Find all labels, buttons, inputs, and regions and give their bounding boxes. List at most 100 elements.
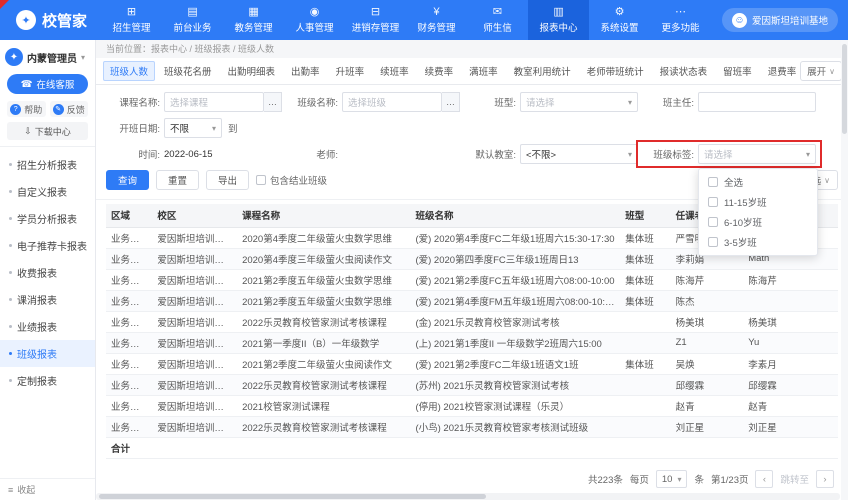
feedback-button[interactable]: ✎ 反馈: [49, 101, 88, 117]
cell-head-teacher: 李素月: [743, 353, 838, 375]
course-name-label: 课程名称:: [119, 98, 160, 109]
download-center-button[interactable]: ⇩ 下载中心: [7, 122, 88, 140]
account-selector[interactable]: ☺ 爱因斯坦培训基地: [721, 8, 838, 32]
course-name-input[interactable]: 选择课程: [164, 92, 264, 112]
time-value[interactable]: 2022-06-15: [164, 149, 213, 160]
default-room-select[interactable]: <不限> ▾: [520, 144, 638, 164]
report-tab-label: 教室利用统计: [513, 67, 571, 78]
report-tab[interactable]: 班级花名册: [157, 61, 219, 81]
vertical-scrollbar[interactable]: [841, 40, 848, 500]
top-menu-item[interactable]: ⊞ 招生管理: [101, 0, 162, 40]
corner-flag-icon: [0, 0, 9, 9]
help-button[interactable]: ? 帮助: [7, 101, 46, 117]
cell-class: (金) 2021乐灵教育校管家测试考核: [410, 311, 621, 333]
sidebar: ✦ 内蒙管理员 ▾ ☎ 在线客服 ? 帮助 ✎ 反馈 ⇩ 下载中心 招生分析报表…: [0, 40, 96, 500]
top-menu-item[interactable]: ▥ 报表中心: [528, 0, 590, 40]
class-name-input[interactable]: 选择班级: [342, 92, 442, 112]
open-date-select[interactable]: 不限 ▾: [164, 118, 222, 138]
course-picker-button[interactable]: …: [264, 92, 282, 112]
head-teacher-input[interactable]: [698, 92, 816, 112]
per-page-select[interactable]: 10 ▾: [655, 470, 688, 488]
horizontal-scrollbar[interactable]: [96, 493, 840, 500]
cell-class-type: [620, 395, 671, 417]
checkbox-icon[interactable]: [708, 177, 718, 187]
cell-class: (小鸟) 2021乐灵教育校管家考核测试班级: [410, 416, 621, 438]
table-row: 业务线二 爱因斯坦培训基地 2021第一季度II（B）一年级数学 (上) 202…: [106, 332, 838, 354]
prev-page-button[interactable]: ‹: [755, 470, 774, 488]
top-menu-item[interactable]: ⋯ 更多功能: [650, 0, 711, 40]
user-role-menu[interactable]: ✦ 内蒙管理员 ▾: [0, 40, 95, 72]
cell-head-teacher: Yu: [743, 332, 838, 354]
report-tab[interactable]: 续班率: [373, 61, 416, 81]
cell-class-type: [620, 332, 671, 354]
report-tab[interactable]: 教室利用统计: [507, 61, 578, 81]
report-tab[interactable]: 出勤率: [284, 61, 327, 81]
sidebar-menu-item[interactable]: 电子推荐卡报表: [0, 232, 95, 259]
checkbox-icon[interactable]: [256, 175, 267, 185]
report-tab[interactable]: 出勤明细表: [221, 61, 283, 81]
top-menu-item[interactable]: ⚙ 系统设置: [589, 0, 650, 40]
tabs-expand-button[interactable]: 展开 ∨: [800, 61, 842, 81]
total-row: 合计: [106, 437, 838, 459]
report-tab[interactable]: 报读状态表: [653, 61, 715, 81]
top-menu-item[interactable]: ¥ 财务管理: [406, 0, 467, 40]
sidebar-menu-item[interactable]: 收费报表: [0, 259, 95, 286]
dropdown-option[interactable]: 6-10岁班: [699, 212, 817, 232]
online-service-button[interactable]: ☎ 在线客服: [7, 74, 88, 94]
sidebar-menu-item[interactable]: 招生分析报表: [0, 151, 95, 178]
top-menu-item[interactable]: ◉ 人事管理: [284, 0, 345, 40]
report-tab[interactable]: 退费率: [761, 61, 800, 81]
report-tab[interactable]: 续费率: [418, 61, 461, 81]
app-logo: ✦ 校管家: [0, 0, 101, 40]
class-tag-select[interactable]: 请选择 ▾: [698, 144, 816, 164]
top-menu-item[interactable]: ✉ 师生信: [467, 0, 528, 40]
cell-teacher: 陈杰: [670, 290, 744, 312]
report-tab[interactable]: 留班率: [716, 61, 759, 81]
default-room-filter: 默认教室: <不限> ▾: [462, 144, 640, 164]
checkbox-icon[interactable]: [708, 197, 718, 207]
report-tab-label: 出勤明细表: [227, 67, 276, 78]
sidebar-menu-item[interactable]: 定制报表: [0, 367, 95, 394]
user-avatar-icon: ✦: [5, 48, 23, 66]
cell-course: 2022乐灵教育校管家测试考核课程: [237, 374, 411, 396]
class-type-select[interactable]: 请选择 ▾: [520, 92, 638, 112]
checkbox-icon[interactable]: [708, 217, 718, 227]
filter-panel: 课程名称: 选择课程 … 班级名称: 选择班级 … 班型: 请选择 ▾ 班主任:…: [96, 85, 848, 256]
sidebar-menu-item[interactable]: 业绩报表: [0, 313, 95, 340]
top-menu-item[interactable]: ▤ 前台业务: [162, 0, 223, 40]
table-row: 业务线二 爱因斯坦培训基地 2021第2季度二年级萤火虫阅读作文 (爱) 202…: [106, 353, 838, 375]
top-menu-item[interactable]: ⊟ 进销存管理: [345, 0, 406, 40]
dropdown-option[interactable]: 11-15岁班: [699, 192, 817, 212]
report-tab[interactable]: 满班率: [462, 61, 505, 81]
horizontal-scrollbar-thumb[interactable]: [99, 494, 486, 499]
dropdown-option[interactable]: 3-5岁班: [699, 232, 817, 252]
dropdown-option[interactable]: 全选: [699, 172, 817, 192]
collapse-sidebar-button[interactable]: ≡ 收起: [0, 478, 95, 500]
class-picker-button[interactable]: …: [442, 92, 460, 112]
include-closed-checkbox[interactable]: 包含结业班级: [256, 173, 327, 187]
sidebar-menu-label: 课消报表: [17, 296, 57, 307]
cell-class-type: 集体班: [620, 290, 671, 312]
cell-region: 业务线二: [106, 290, 153, 312]
pagination: 共223条 每页 10 ▾ 条 第1/23页 ‹ 跳转至 ›: [96, 466, 848, 492]
vertical-scrollbar-thumb[interactable]: [842, 44, 847, 134]
cell-head-teacher: 刘正星: [743, 416, 838, 438]
report-tab[interactable]: 老师带班统计: [580, 61, 651, 81]
search-button[interactable]: 查询: [106, 170, 150, 190]
top-menu-icon: ▥: [553, 5, 564, 18]
cell-teacher: 赵青: [670, 395, 744, 417]
report-tab[interactable]: 班级人数: [103, 61, 156, 81]
report-tab[interactable]: 升班率: [329, 61, 372, 81]
sidebar-menu-item[interactable]: 自定义报表: [0, 178, 95, 205]
reset-button[interactable]: 重置: [156, 170, 200, 190]
cell-head-teacher: [743, 290, 838, 312]
sidebar-menu-item[interactable]: 课消报表: [0, 286, 95, 313]
export-button[interactable]: 导出: [206, 170, 250, 190]
sidebar-menu-item[interactable]: 班级报表: [0, 340, 95, 367]
top-menu-item[interactable]: ▦ 教务管理: [223, 0, 284, 40]
help-label: 帮助: [24, 104, 43, 115]
checkbox-icon[interactable]: [708, 237, 718, 247]
sidebar-menu-item[interactable]: 学员分析报表: [0, 205, 95, 232]
next-page-button[interactable]: ›: [816, 470, 834, 488]
top-menu-label: 系统设置: [600, 22, 639, 34]
